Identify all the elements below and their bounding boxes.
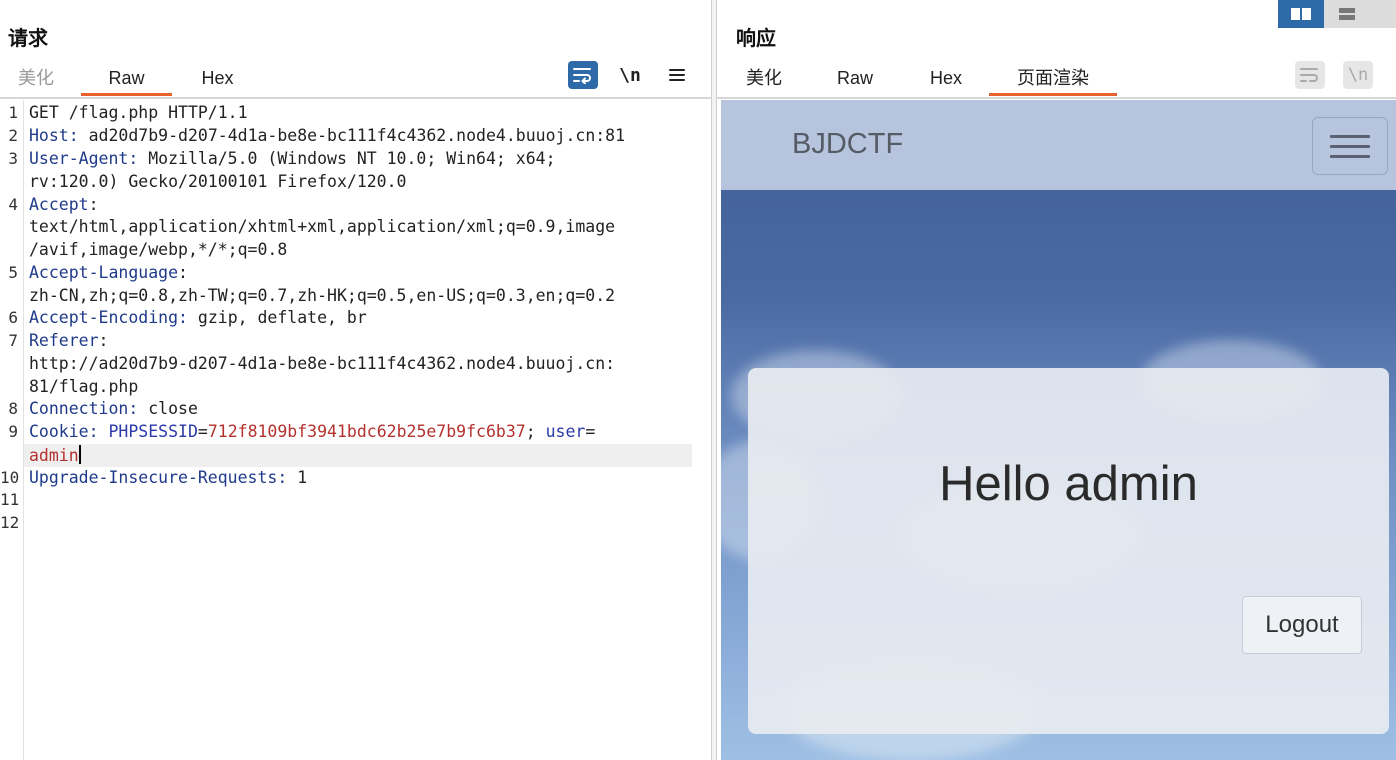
rendered-page: BJDCTF Hello admin Logout (721, 100, 1396, 760)
show-newlines-button[interactable]: \n (1343, 61, 1373, 89)
tab-hex[interactable]: Hex (919, 66, 973, 98)
split-columns-button[interactable] (1278, 0, 1324, 28)
request-pane: 请求 美化 Raw Hex \n 1 GET /flag.php HTTP/1.… (0, 0, 711, 760)
show-newlines-button[interactable]: \n (615, 61, 645, 89)
tab-pretty[interactable]: 美化 (737, 66, 791, 98)
wrap-lines-button[interactable] (1295, 61, 1325, 89)
split-columns-icon (1291, 8, 1311, 20)
request-menu-button[interactable] (662, 61, 692, 89)
split-rows-icon (1339, 8, 1355, 20)
hamburger-menu-icon (1330, 134, 1370, 138)
greeting-heading: Hello admin (939, 457, 1198, 511)
split-rows-button[interactable] (1324, 0, 1370, 28)
navbar-toggle-button[interactable] (1312, 117, 1388, 175)
tab-render[interactable]: 页面渲染 (989, 66, 1117, 98)
hamburger-menu-icon (669, 69, 685, 81)
welcome-card: Hello admin Logout (748, 368, 1389, 734)
tab-raw[interactable]: Raw (81, 66, 172, 98)
site-navbar: BJDCTF (721, 100, 1396, 190)
request-editor[interactable]: 1 GET /flag.php HTTP/1.1 2 Host: ad20d7b… (0, 100, 711, 760)
tab-hex[interactable]: Hex (190, 66, 245, 98)
layout-toggle (1278, 0, 1396, 28)
response-pane: 响应 美化 Raw Hex 页面渲染 \n BJDCTF Hello admin… (717, 0, 1396, 760)
wrap-lines-icon (573, 68, 591, 84)
tab-raw[interactable]: Raw (830, 66, 880, 98)
tab-divider (0, 97, 711, 99)
tab-pretty[interactable]: 美化 (10, 66, 62, 98)
tab-divider (717, 97, 1396, 99)
request-title: 请求 (8, 26, 48, 50)
split-more-button[interactable] (1370, 0, 1396, 28)
site-brand[interactable]: BJDCTF (792, 128, 903, 161)
response-title: 响应 (736, 26, 776, 50)
current-line-highlight (24, 444, 692, 467)
request-tabs: 美化 Raw Hex (0, 66, 711, 98)
wrap-lines-icon (1300, 68, 1318, 82)
wrap-lines-button[interactable] (568, 61, 598, 89)
logout-button[interactable]: Logout (1242, 596, 1362, 654)
text-caret (78, 445, 81, 464)
